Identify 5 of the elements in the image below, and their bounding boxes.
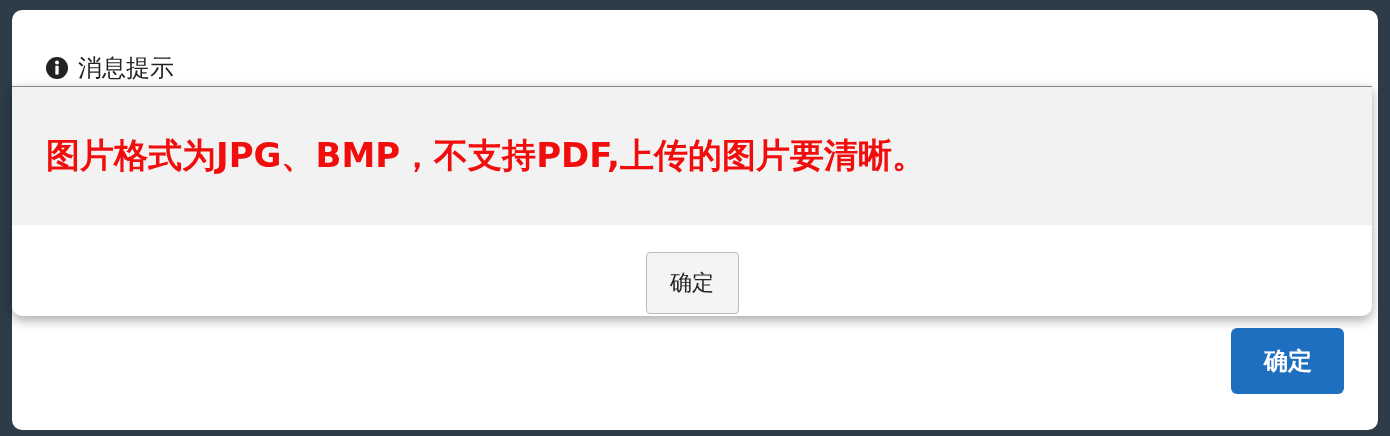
confirm-button[interactable]: 确定 xyxy=(1231,328,1344,394)
message-text: 图片格式为JPG、BMP，不支持PDF,上传的图片要清晰。 xyxy=(46,134,926,177)
info-icon xyxy=(46,57,68,79)
confirm-button[interactable]: 确定 xyxy=(645,252,739,314)
dialog-title: 消息提示 xyxy=(78,53,174,84)
